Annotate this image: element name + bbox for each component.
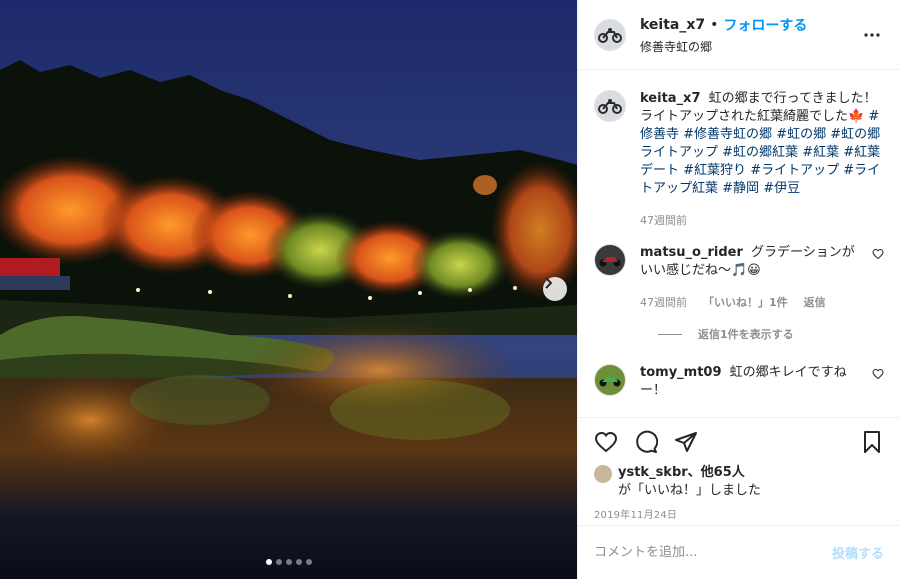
carousel-indicator: [0, 559, 577, 565]
more-horizontal-icon: [864, 32, 880, 37]
motorcycle-icon: [599, 257, 621, 267]
hashtag[interactable]: #伊豆: [763, 181, 800, 196]
hashtag[interactable]: #修善寺虹の郷: [683, 127, 772, 142]
post-comment-button[interactable]: 投稿する: [832, 543, 884, 562]
like-comment-heart-icon[interactable]: [872, 368, 884, 380]
avatar[interactable]: [594, 244, 626, 276]
hashtag[interactable]: #紅葉狩り: [683, 163, 746, 178]
comment-body: tomy_mt09 虹の郷キレイですねー！: [640, 364, 862, 400]
replies-divider: [658, 333, 682, 335]
location-link[interactable]: 修善寺虹の郷: [640, 38, 860, 55]
liker-username[interactable]: ystk_skbr: [618, 465, 688, 480]
hashtag[interactable]: #虹の郷紅葉: [722, 145, 798, 160]
reply-button[interactable]: 返信: [804, 294, 826, 312]
chevron-right-icon: [545, 277, 553, 289]
separator: •: [710, 16, 719, 33]
view-replies-button[interactable]: 返信1件を表示する: [658, 326, 884, 342]
action-icons: [594, 428, 884, 456]
like-comment-heart-icon[interactable]: [872, 248, 884, 260]
bookmark-icon: [864, 431, 880, 453]
instagram-post: keita_x7 • フォローする 修善寺虹の郷 keita_x7 虹の郷まで行…: [0, 0, 900, 579]
hashtag[interactable]: #紅葉: [802, 145, 839, 160]
caption-meta: 47週間前: [640, 212, 884, 230]
comment: matsu_o_rider グラデーションがいい感じだね〜🎵😀 47週間前 「い…: [594, 244, 884, 312]
likes-others-link[interactable]: 、他65人: [688, 465, 745, 480]
carousel-dot: [265, 559, 272, 565]
caption-text-block: keita_x7 虹の郷まで行ってきました！ライトアップされた紅葉綺麗でした🍁 …: [640, 90, 884, 198]
post-header: keita_x7 • フォローする 修善寺虹の郷: [578, 0, 900, 70]
caption-body: keita_x7 虹の郷まで行ってきました！ライトアップされた紅葉綺麗でした🍁 …: [640, 90, 884, 230]
hashtag[interactable]: #静岡: [722, 181, 759, 196]
comments-section: keita_x7 虹の郷まで行ってきました！ライトアップされた紅葉綺麗でした🍁 …: [578, 70, 900, 417]
carousel-dot: [305, 559, 312, 565]
post-sidebar: keita_x7 • フォローする 修善寺虹の郷 keita_x7 虹の郷まで行…: [577, 0, 900, 579]
comment-meta: 47週間前 「いいね！」1件 返信: [640, 294, 862, 312]
speech-bubble-icon: [636, 430, 658, 453]
autumn-garden-night-image: [0, 0, 577, 579]
comment-body: matsu_o_rider グラデーションがいい感じだね〜🎵😀 47週間前 「い…: [640, 244, 862, 312]
comment: tomy_mt09 虹の郷キレイですねー！: [594, 364, 884, 400]
follow-button[interactable]: フォローする: [723, 15, 807, 35]
add-comment-bar: 投稿する: [578, 525, 900, 579]
author-username[interactable]: keita_x7: [640, 17, 705, 33]
caption-time: 47週間前: [640, 214, 687, 227]
likes-summary: ystk_skbr、他65人 が「いいね！」しました: [594, 464, 884, 500]
avatar[interactable]: [594, 90, 626, 122]
comment-text-block: tomy_mt09 虹の郷キレイですねー！: [640, 364, 862, 400]
paper-plane-icon: [675, 432, 697, 452]
comment-time: 47週間前: [640, 296, 687, 309]
comment-likes-link[interactable]: 「いいね！」1件: [703, 294, 788, 312]
heart-icon: [594, 431, 618, 453]
likes-text: ystk_skbr、他65人 が「いいね！」しました: [618, 464, 761, 500]
next-slide-button[interactable]: [543, 277, 567, 301]
view-replies-label: 返信1件を表示する: [698, 328, 794, 341]
save-button[interactable]: [860, 430, 884, 454]
liker-avatar[interactable]: [594, 465, 612, 483]
comment-button[interactable]: [634, 430, 658, 454]
caption-username[interactable]: keita_x7: [640, 91, 701, 106]
header-text: keita_x7 • フォローする 修善寺虹の郷: [640, 15, 860, 55]
post-actions: ystk_skbr、他65人 が「いいね！」しました 2019年11月24日: [578, 417, 900, 525]
carousel-dot: [295, 559, 302, 565]
motorcycle-icon: [598, 99, 622, 114]
comment-username[interactable]: tomy_mt09: [640, 365, 722, 380]
avatar[interactable]: [594, 364, 626, 396]
caption: keita_x7 虹の郷まで行ってきました！ライトアップされた紅葉綺麗でした🍁 …: [594, 90, 884, 230]
motorcycle-icon: [598, 27, 622, 43]
carousel-dot: [285, 559, 292, 565]
post-date[interactable]: 2019年11月24日: [594, 506, 884, 521]
more-options-button[interactable]: [860, 23, 884, 47]
post-photo[interactable]: [0, 0, 577, 579]
hashtag[interactable]: #虹の郷: [776, 127, 826, 142]
comment-text-block: matsu_o_rider グラデーションがいい感じだね〜🎵😀: [640, 244, 862, 280]
header-line: keita_x7 • フォローする: [640, 15, 860, 35]
share-button[interactable]: [674, 430, 698, 454]
hashtag[interactable]: #ライトアップ: [750, 163, 839, 178]
likes-suffix: が「いいね！」しました: [618, 483, 762, 498]
like-button[interactable]: [594, 430, 618, 454]
avatar[interactable]: [594, 18, 626, 51]
comment-input[interactable]: [594, 545, 832, 560]
carousel-dot: [275, 559, 282, 565]
comment-username[interactable]: matsu_o_rider: [640, 245, 743, 260]
motorcycle-icon: [599, 377, 621, 387]
